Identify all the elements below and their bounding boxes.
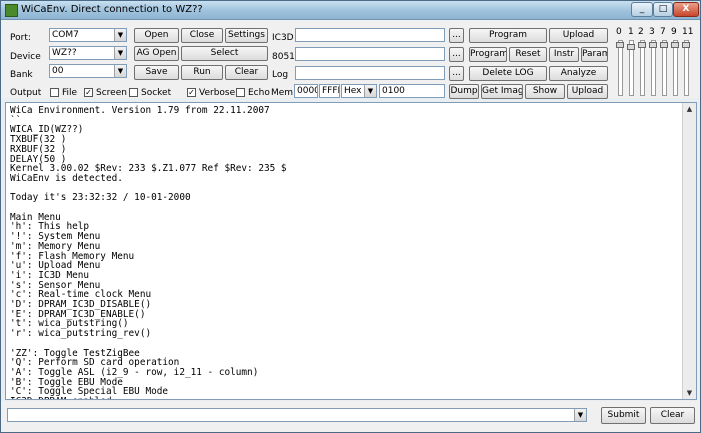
port-label: Port: — [10, 33, 31, 43]
slider-track-11[interactable] — [684, 40, 689, 96]
mem-upload-button[interactable]: Upload — [567, 84, 608, 99]
scroll-down-icon[interactable]: ▼ — [683, 387, 696, 399]
slider-track-2[interactable] — [640, 40, 645, 96]
get-image-button[interactable]: Get Image — [481, 84, 523, 99]
8051-program-button[interactable]: Program — [469, 47, 507, 62]
ic3d-browse-button[interactable]: ... — [449, 28, 464, 43]
analyze-button[interactable]: Analyze — [549, 66, 608, 81]
select-button[interactable]: Select — [181, 46, 268, 61]
mem-format-value: Hex — [344, 86, 362, 96]
chevron-down-icon: ▼ — [114, 47, 126, 59]
device-value: WZ?? — [52, 48, 77, 58]
log-label: Log — [272, 70, 289, 80]
clear-button[interactable]: Clear — [225, 65, 268, 80]
maximize-button[interactable]: □ — [653, 2, 673, 17]
slider-track-7[interactable] — [662, 40, 667, 96]
chevron-down-icon: ▼ — [114, 65, 126, 77]
console-scrollbar[interactable]: ▲ ▼ — [682, 103, 696, 399]
slider-track-0[interactable] — [618, 40, 623, 96]
slider-thumb-1[interactable] — [627, 44, 635, 50]
chevron-down-icon: ▼ — [574, 409, 586, 421]
verbose-checkbox-label: Verbose — [199, 88, 236, 98]
8051-path-field[interactable] — [295, 47, 445, 61]
8051-browse-button[interactable]: ... — [449, 47, 464, 62]
mem-format-select[interactable]: Hex ▼ — [341, 84, 377, 98]
device-label: Device — [10, 52, 41, 62]
bank-label: Bank — [10, 70, 33, 80]
screen-checkbox-label: Screen — [96, 88, 127, 98]
ic3d-path-field[interactable] — [295, 28, 445, 42]
ag-open-button[interactable]: AG Open — [134, 46, 179, 61]
scroll-up-icon[interactable]: ▲ — [683, 103, 696, 115]
submit-button[interactable]: Submit — [601, 407, 646, 424]
slider-label-1: 1 — [628, 27, 634, 37]
bank-select[interactable]: 00 ▼ — [49, 64, 127, 78]
minimize-button[interactable]: _ — [631, 2, 653, 17]
mem-label: Mem — [271, 88, 294, 98]
slider-track-3[interactable] — [651, 40, 656, 96]
device-select[interactable]: WZ?? ▼ — [49, 46, 127, 60]
save-button[interactable]: Save — [134, 65, 179, 80]
log-browse-button[interactable]: ... — [449, 66, 464, 81]
window-title: WiCaEnv. Direct connection to WZ?? — [21, 4, 203, 15]
slider-label-9: 9 — [671, 27, 677, 37]
title-bar: WiCaEnv. Direct connection to WZ?? _ □ X — [1, 1, 700, 20]
dump-button[interactable]: Dump — [449, 84, 479, 99]
chevron-down-icon: ▼ — [114, 29, 126, 41]
app-window: WiCaEnv. Direct connection to WZ?? _ □ X… — [0, 0, 701, 433]
chevron-down-icon: ▼ — [364, 85, 376, 97]
ic3d-upload-button[interactable]: Upload — [549, 28, 608, 43]
screen-checkbox[interactable]: ✓ — [84, 88, 93, 97]
ic3d-label: IC3D — [272, 33, 294, 43]
app-icon — [5, 4, 18, 17]
socket-checkbox-label: Socket — [141, 88, 172, 98]
echo-checkbox[interactable] — [236, 88, 245, 97]
instr-button[interactable]: Instr — [549, 47, 579, 62]
command-input[interactable]: ▼ — [7, 408, 587, 422]
mem-end-field[interactable]: FFFF — [319, 84, 340, 98]
echo-checkbox-label: Echo — [248, 88, 270, 98]
port-select[interactable]: COM7 ▼ — [49, 28, 127, 42]
output-console[interactable]: WiCa Environment. Version 1.79 from 22.1… — [5, 102, 697, 400]
slider-label-7: 7 — [660, 27, 666, 37]
slider-label-3: 3 — [649, 27, 655, 37]
mem-start-field[interactable]: 0000 — [294, 84, 318, 98]
settings-button[interactable]: Settings — [225, 28, 268, 43]
slider-label-0: 0 — [616, 27, 622, 37]
control-panel: Port: Device Bank Output COM7 ▼ WZ?? ▼ 00 ▼… — [1, 20, 700, 99]
slider-thumb-7[interactable] — [660, 42, 668, 48]
port-value: COM7 — [52, 30, 79, 40]
mem-value-field[interactable]: 0100 — [379, 84, 445, 98]
run-button[interactable]: Run — [181, 65, 223, 80]
slider-track-9[interactable] — [673, 40, 678, 96]
slider-thumb-3[interactable] — [649, 42, 657, 48]
bank-value: 00 — [52, 66, 64, 76]
show-button[interactable]: Show — [525, 84, 565, 99]
slider-label-2: 2 — [638, 27, 644, 37]
reset-button[interactable]: Reset — [509, 47, 547, 62]
ic3d-program-button[interactable]: Program — [469, 28, 547, 43]
command-bar: ▼ Submit Clear — [1, 401, 700, 432]
param-button[interactable]: Param — [581, 47, 608, 62]
file-checkbox[interactable] — [50, 88, 59, 97]
slider-thumb-11[interactable] — [682, 42, 690, 48]
8051-label: 8051 — [272, 52, 295, 62]
clear-command-button[interactable]: Clear — [650, 407, 695, 424]
slider-thumb-9[interactable] — [671, 42, 679, 48]
slider-thumb-2[interactable] — [638, 42, 646, 48]
open-button[interactable]: Open — [134, 28, 179, 43]
close-window-button[interactable]: X — [673, 2, 699, 17]
file-checkbox-label: File — [62, 88, 78, 98]
slider-thumb-0[interactable] — [616, 42, 624, 48]
slider-label-11: 11 — [682, 27, 694, 37]
socket-checkbox[interactable] — [129, 88, 138, 97]
console-text: WiCa Environment. Version 1.79 from 22.1… — [10, 105, 287, 399]
log-path-field[interactable] — [295, 66, 445, 80]
verbose-checkbox[interactable]: ✓ — [187, 88, 196, 97]
output-label: Output — [10, 88, 42, 98]
delete-log-button[interactable]: Delete LOG — [469, 66, 547, 81]
close-button[interactable]: Close — [181, 28, 223, 43]
